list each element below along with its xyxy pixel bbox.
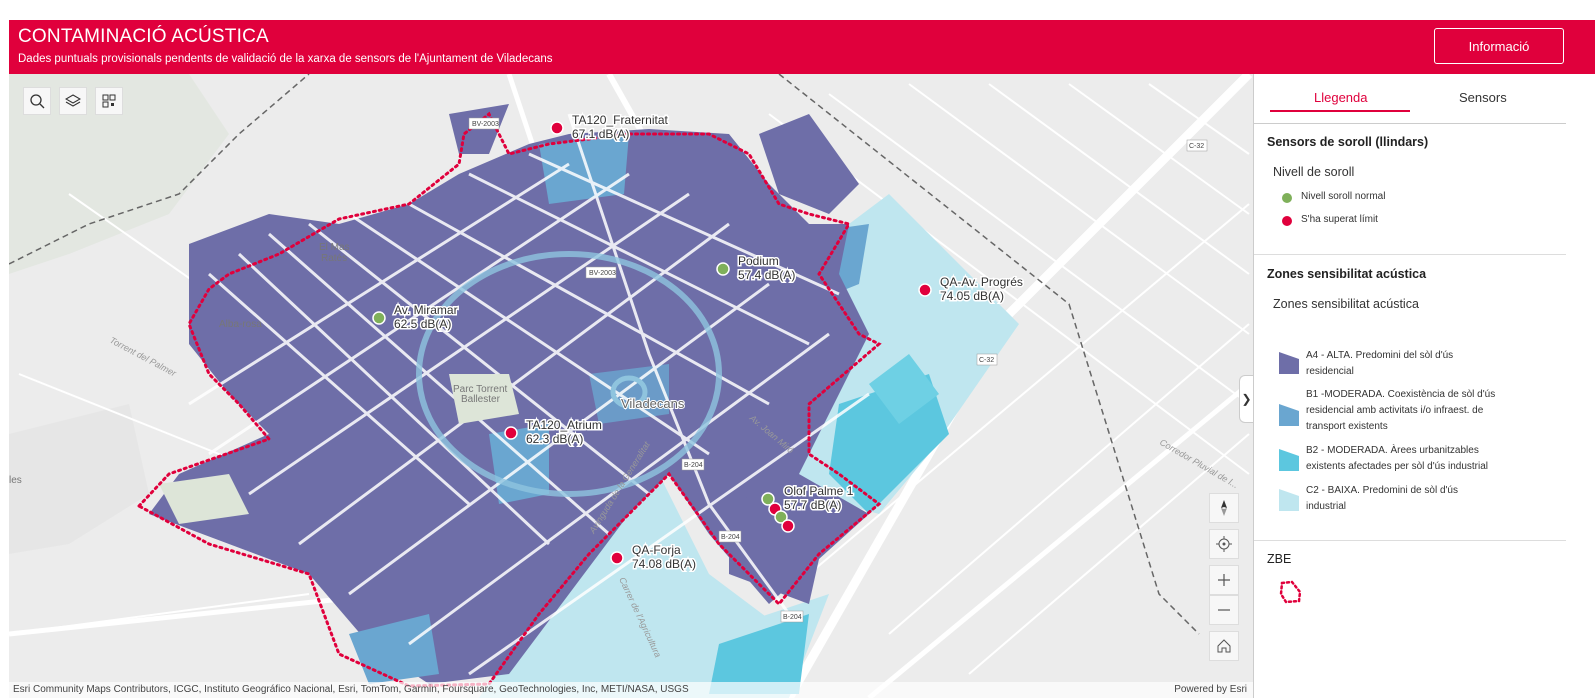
legend-c2-line1: C2 - BAIXA. Predomini de sòl d'ús bbox=[1306, 485, 1458, 496]
place-city: Viladecans bbox=[621, 396, 685, 411]
place-mas-line1: El Mas bbox=[319, 242, 350, 253]
legend-swatch-c2 bbox=[1279, 489, 1299, 511]
road-label-bv2003-a: BV-2003 bbox=[472, 121, 499, 128]
panel-collapse-button[interactable]: ❯ bbox=[1239, 375, 1253, 423]
legend-b1-line3: transport existents bbox=[1306, 421, 1388, 432]
home-button[interactable] bbox=[1209, 631, 1239, 661]
road-label-b204-c: B-204 bbox=[783, 614, 802, 621]
tab-legend[interactable]: Llegenda bbox=[1314, 90, 1368, 105]
section-zones-title: Zones sensibilitat acústica bbox=[1267, 267, 1427, 281]
compass-icon bbox=[1221, 500, 1227, 516]
powered-by[interactable]: Powered by Esri bbox=[1174, 684, 1247, 695]
sensor-forja-name: QA-Forja bbox=[632, 543, 681, 557]
legend-b1-line2: residencial amb activitats i/o infraest.… bbox=[1306, 405, 1484, 416]
chevron-right-icon: ❯ bbox=[1241, 392, 1252, 406]
zoom-in-button[interactable] bbox=[1209, 565, 1239, 595]
info-button[interactable]: Informació bbox=[1434, 28, 1564, 64]
road-label-c32-b: C-32 bbox=[979, 357, 994, 364]
sensor-podium-value: 57.4 dB(A) bbox=[738, 268, 795, 282]
legend-swatch-b1 bbox=[1279, 404, 1299, 426]
sensor-av-progres-value: 74.05 dB(A) bbox=[940, 289, 1004, 303]
plus-icon bbox=[1218, 574, 1230, 586]
minus-icon bbox=[1218, 609, 1230, 611]
place-albarrosa: Alba-rosa bbox=[219, 319, 262, 330]
locate-icon bbox=[1216, 536, 1232, 552]
section-zbe-title: ZBE bbox=[1267, 552, 1292, 566]
place-les: les bbox=[9, 475, 22, 486]
sensor-fraternitat-value: 67.1 dB(A) bbox=[572, 127, 629, 141]
section-sensors-title: Sensors de soroll (llindars) bbox=[1267, 135, 1429, 149]
road-label-b204-b: B-204 bbox=[721, 534, 740, 541]
legend-b2-line2: existents afectades per sòl d'ús industr… bbox=[1306, 461, 1489, 472]
legend-label-normal: Nivell soroll normal bbox=[1301, 191, 1386, 202]
legend-swatch-b2 bbox=[1279, 449, 1299, 471]
road-label-bv2003-b: BV-2003 bbox=[589, 270, 616, 277]
legend-a4-line1: A4 - ALTA. Predomini del sòl d'ús bbox=[1306, 350, 1454, 361]
search-tool-button[interactable] bbox=[23, 87, 51, 115]
place-mas-line2: Ratés bbox=[321, 253, 347, 264]
map-attribution: Esri Community Maps Contributors, ICGC, … bbox=[9, 682, 1253, 698]
sensor-olof-palme-value: 57.7 dB(A) bbox=[784, 498, 841, 512]
basemap: BV-2003 BV-2003 C-32 C-32 B-204 B-204 B-… bbox=[9, 74, 1253, 698]
app-root: CONTAMINACIÓ ACÚSTICA Dades puntuals pro… bbox=[9, 20, 1595, 698]
attribution-text: Esri Community Maps Contributors, ICGC, … bbox=[13, 684, 689, 695]
qr-icon bbox=[102, 94, 116, 108]
compass-button[interactable] bbox=[1209, 493, 1239, 523]
legend-b1-line1: B1 -MODERADA. Coexistència de sòl d'ús bbox=[1306, 389, 1496, 400]
active-tab-indicator bbox=[1270, 110, 1410, 112]
sensor-atrium-value: 62.3 dB(A) bbox=[526, 432, 583, 446]
divider bbox=[1254, 254, 1566, 255]
sensor-olof-palme-name: Olof Palme 1 bbox=[784, 484, 854, 498]
section-sensors-subtitle: Nivell de soroll bbox=[1273, 165, 1355, 179]
legend-swatch-zbe bbox=[1279, 580, 1302, 604]
map-view[interactable]: BV-2003 BV-2003 C-32 C-32 B-204 B-204 B-… bbox=[9, 74, 1253, 698]
legend-label-over: S'ha superat límit bbox=[1301, 214, 1378, 225]
legend-panel: Llegenda Sensors Sensors de soroll (llin… bbox=[1253, 74, 1595, 698]
app-subtitle: Dades puntuals provisionals pendents de … bbox=[18, 53, 553, 65]
place-parc-line2: Ballester bbox=[461, 394, 501, 405]
locate-button[interactable] bbox=[1209, 529, 1239, 559]
legend-a4-line2: residencial bbox=[1306, 366, 1354, 377]
sensor-av-progres-name: QA-Av. Progrés bbox=[940, 275, 1023, 289]
layers-tool-button[interactable] bbox=[59, 87, 87, 115]
zoom-out-button[interactable] bbox=[1209, 595, 1239, 625]
legend-c2-line2: industrial bbox=[1306, 501, 1347, 512]
app-header: CONTAMINACIÓ ACÚSTICA Dades puntuals pro… bbox=[9, 20, 1595, 74]
legend-dot-normal bbox=[1281, 192, 1293, 204]
legend-b2-line1: B2 - MODERADA. Àrees urbanitzables bbox=[1306, 445, 1479, 456]
sensor-podium-name: Podium bbox=[738, 254, 779, 268]
divider bbox=[1254, 540, 1566, 541]
layers-icon bbox=[65, 94, 81, 107]
sensor-fraternitat-name: TA120_Fraternitat bbox=[572, 113, 668, 127]
legend-dot-over bbox=[1281, 215, 1293, 227]
road-label-c32-a: C-32 bbox=[1189, 143, 1204, 150]
panel-tabs: Llegenda Sensors bbox=[1254, 74, 1566, 124]
home-icon bbox=[1217, 639, 1231, 653]
search-icon bbox=[30, 94, 45, 109]
sensor-atrium-name: TA120_Atrium bbox=[526, 418, 602, 432]
legend-swatch-a4 bbox=[1279, 352, 1299, 374]
road-label-b204-a: B-204 bbox=[684, 462, 703, 469]
app-title: CONTAMINACIÓ ACÚSTICA bbox=[18, 26, 269, 47]
sensor-av-miramar-value: 62.5 dB(A) bbox=[394, 317, 451, 331]
sensor-av-miramar-name: Av. Miramar bbox=[394, 303, 458, 317]
tab-sensors[interactable]: Sensors bbox=[1459, 90, 1507, 105]
sensor-forja-value: 74.08 dB(A) bbox=[632, 557, 696, 571]
qr-tool-button[interactable] bbox=[95, 87, 123, 115]
section-zones-subtitle: Zones sensibilitat acústica bbox=[1273, 297, 1419, 311]
